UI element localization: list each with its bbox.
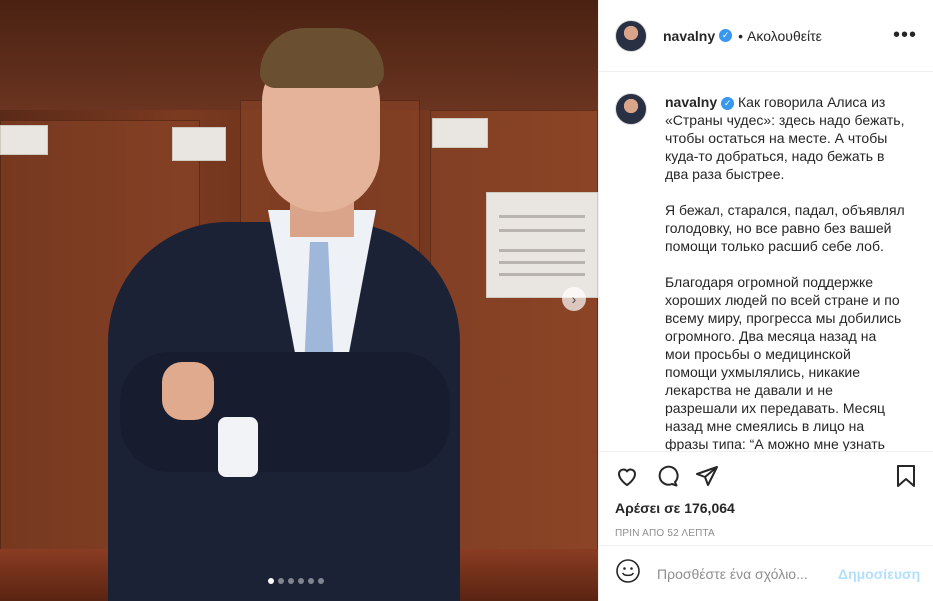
avatar[interactable]	[615, 19, 647, 52]
caption-paragraph: Я бежал, старался, падал, объявлял голод…	[665, 202, 905, 254]
avatar[interactable]	[615, 93, 647, 125]
post-image[interactable]: ›	[0, 0, 598, 601]
caption-paragraph: Благодаря огромной поддержке хороших люд…	[665, 274, 902, 451]
chevron-right-icon[interactable]: ›	[562, 287, 586, 311]
more-options-icon[interactable]: •••	[893, 24, 917, 47]
carousel-dot	[298, 578, 304, 584]
paper-sign	[0, 125, 48, 155]
username-link[interactable]: navalny	[663, 28, 715, 44]
carousel-dot	[288, 578, 294, 584]
man-in-suit	[100, 22, 470, 601]
post-header: navalny ✓ • Ακολουθείτε •••	[599, 0, 933, 72]
post-details-panel: navalny ✓ • Ακολουθείτε ••• navalny ✓ Как…	[598, 0, 933, 601]
likes-count[interactable]: Αρέσει σε 176,064	[615, 500, 917, 516]
caption-text: navalny ✓ Как говорила Алиса из «Страны ч…	[665, 93, 905, 451]
heart-icon[interactable]	[615, 456, 655, 496]
add-comment-bar: Δημοσίευση	[599, 545, 933, 601]
caption-paragraph: navalny ✓ Как говорила Алиса из «Страны ч…	[665, 93, 905, 183]
carousel-dot	[268, 578, 274, 584]
share-icon[interactable]	[695, 456, 735, 496]
caption: navalny ✓ Как говорила Алиса из «Страны ч…	[615, 93, 917, 451]
post-timestamp[interactable]: ΠΡΙΝ ΑΠΟ 52 ΛΕΠΤΑ	[615, 528, 917, 539]
bookmark-icon[interactable]	[877, 456, 917, 496]
verified-badge-icon: ✓	[719, 29, 733, 42]
emoji-icon[interactable]	[615, 558, 641, 589]
verified-badge-icon: ✓	[721, 96, 735, 110]
post-comment-button[interactable]: Δημοσίευση	[838, 566, 920, 582]
carousel-dot	[308, 578, 314, 584]
action-bar: Αρέσει σε 176,064 ΠΡΙΝ ΑΠΟ 52 ΛΕΠΤΑ	[599, 451, 933, 539]
comment-input[interactable]	[657, 565, 838, 582]
comment-icon[interactable]	[655, 456, 695, 496]
following-button[interactable]: Ακολουθείτε	[747, 28, 822, 44]
carousel-dot	[278, 578, 284, 584]
carousel-indicator	[268, 578, 324, 584]
carousel-dot	[318, 578, 324, 584]
caption-username-link[interactable]: navalny	[665, 94, 717, 110]
separator-dot: •	[738, 27, 744, 44]
paper-notice	[486, 192, 598, 298]
comments-area[interactable]: navalny ✓ Как говорила Алиса из «Страны ч…	[599, 73, 933, 451]
